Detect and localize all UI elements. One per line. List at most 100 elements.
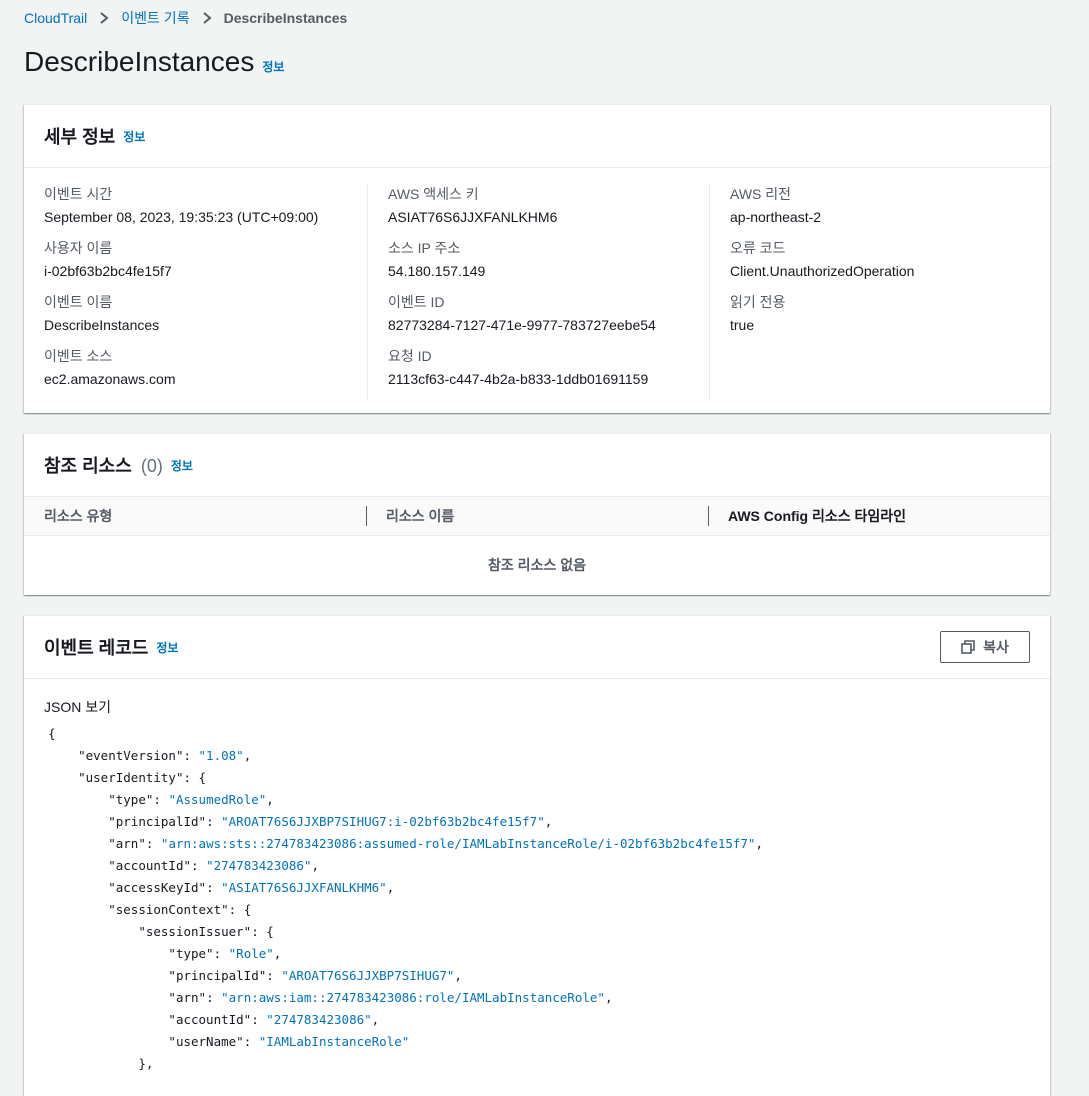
chevron-right-icon <box>99 12 109 24</box>
json-value: "AROAT76S6JJXBP7SIHUG7:i-02bf63b2bc4fe15… <box>221 814 545 829</box>
json-key: "principalId" <box>108 814 207 829</box>
references-count: (0) <box>140 456 163 476</box>
field-label: 이벤트 이름 <box>44 294 113 310</box>
field-label: 이벤트 소스 <box>44 348 113 364</box>
json-punctuation: , <box>371 1012 380 1027</box>
user-name-field: 사용자 이름 i-02bf63b2bc4fe15f7 <box>44 238 347 284</box>
json-code-view: { "eventVersion": "1.08", "userIdentity"… <box>24 723 1050 1075</box>
json-value: "Role" <box>228 946 274 961</box>
json-punctuation: : { <box>183 770 207 785</box>
details-info-link[interactable]: 정보 <box>123 128 145 145</box>
page-info-link[interactable]: 정보 <box>262 58 284 75</box>
json-punctuation: , <box>755 836 763 851</box>
json-line: "accountId": "274783423086", <box>168 1012 380 1027</box>
json-key: "type" <box>168 946 214 961</box>
references-title: 참조 리소스 (0) <box>44 452 163 478</box>
source-ip-field: 소스 IP 주소 54.180.157.149 <box>388 238 689 284</box>
column-header-resource-name[interactable]: 리소스 이름 <box>366 506 708 526</box>
json-line: "sessionIssuer": { <box>48 921 1030 943</box>
copy-button[interactable]: 복사 <box>940 631 1030 663</box>
json-line: "userIdentity": { <box>48 767 1030 789</box>
event-record-header: 이벤트 레코드 정보 복사 <box>24 616 1050 679</box>
json-line: "accessKeyId": "ASIAT76S6JJXFANLKHM6", <box>108 880 395 895</box>
field-value: Client.UnauthorizedOperation <box>730 263 915 279</box>
json-line: "type": "Role", <box>168 946 282 961</box>
event-record-info-link[interactable]: 정보 <box>156 639 178 656</box>
json-key: "accountId" <box>108 858 192 873</box>
read-only-field: 읽기 전용 true <box>730 292 1010 338</box>
json-line: "accountId": "274783423086", <box>108 858 319 873</box>
json-line: "principalId": "AROAT76S6JJXBP7SIHUG7", <box>168 968 462 983</box>
field-label: 오류 코드 <box>730 240 786 256</box>
field-value: 82773284-7127-471e-9977-783727eebe54 <box>388 317 656 333</box>
json-line: "eventVersion": "1.08", <box>78 748 252 763</box>
json-line: "principalId": "AROAT76S6JJXBP7SIHUG7:i-… <box>108 814 553 829</box>
json-key: "sessionContext" <box>108 902 229 917</box>
json-line: "sessionContext": { <box>48 899 1030 921</box>
json-value: "AssumedRole" <box>168 792 267 807</box>
column-header-resource-type[interactable]: 리소스 유형 <box>24 506 366 526</box>
event-record-title: 이벤트 레코드 <box>44 638 149 658</box>
event-time-field: 이벤트 시간 September 08, 2023, 19:35:23 (UTC… <box>44 184 347 230</box>
details-header: 세부 정보 정보 <box>24 105 1050 168</box>
json-key: "accessKeyId" <box>108 880 207 895</box>
json-value: "274783423086" <box>266 1012 372 1027</box>
access-key-field: AWS 액세스 키 ASIAT76S6JJXFANLKHM6 <box>388 184 689 230</box>
event-source-field: 이벤트 소스 ec2.amazonaws.com <box>44 346 347 392</box>
json-punctuation: , <box>266 792 274 807</box>
field-value: 2113cf63-c447-4b2a-b833-1ddb01691159 <box>388 371 649 387</box>
json-key: "type" <box>108 792 154 807</box>
field-value: September 08, 2023, 19:35:23 (UTC+09:00) <box>44 209 319 225</box>
json-punctuation: , <box>604 990 613 1005</box>
json-punctuation: , <box>243 748 252 763</box>
breadcrumb: CloudTrail 이벤트 기록 DescribeInstances <box>24 8 347 28</box>
details-grid: 이벤트 시간 September 08, 2023, 19:35:23 (UTC… <box>24 168 1050 400</box>
json-value: "274783423086" <box>206 858 312 873</box>
json-value: "AROAT76S6JJXBP7SIHUG7" <box>281 968 455 983</box>
json-punctuation: , <box>544 814 553 829</box>
field-label: AWS 액세스 키 <box>388 186 479 202</box>
references-info-link[interactable]: 정보 <box>171 457 193 474</box>
field-value: true <box>730 317 755 333</box>
json-value: "1.08" <box>198 748 244 763</box>
json-view-label: JSON 보기 <box>44 699 111 715</box>
field-value: ASIAT76S6JJXFANLKHM6 <box>388 209 558 225</box>
json-value: "ASIAT76S6JJXFANLKHM6" <box>221 880 387 895</box>
page-header: DescribeInstances 정보 <box>24 46 284 78</box>
json-punctuation: { <box>48 726 56 741</box>
json-punctuation: , <box>386 880 395 895</box>
event-id-field: 이벤트 ID 82773284-7127-471e-9977-783727eeb… <box>388 292 689 338</box>
json-line: "type": "AssumedRole", <box>108 792 274 807</box>
field-value: ap-northeast-2 <box>730 209 822 225</box>
references-panel: 참조 리소스 (0) 정보 리소스 유형 리소스 이름 AWS Config 리… <box>24 433 1050 595</box>
event-name-field: 이벤트 이름 DescribeInstances <box>44 292 347 338</box>
field-value: DescribeInstances <box>44 317 160 333</box>
json-punctuation: , <box>273 946 282 961</box>
field-label: 읽기 전용 <box>730 294 786 310</box>
json-line: "userName": "IAMLabInstanceRole" <box>168 1034 410 1049</box>
json-punctuation: : { <box>251 924 274 939</box>
field-label: 이벤트 시간 <box>44 186 113 202</box>
breadcrumb-cloudtrail-link[interactable]: CloudTrail <box>24 10 87 26</box>
breadcrumb-event-history-link[interactable]: 이벤트 기록 <box>121 8 189 28</box>
json-key: "accountId" <box>168 1012 252 1027</box>
copy-button-label: 복사 <box>983 639 1009 655</box>
json-line: "arn": "arn:aws:iam::274783423086:role/I… <box>168 990 613 1005</box>
json-value: "arn:aws:iam::274783423086:role/IAMLabIn… <box>221 990 605 1005</box>
references-header: 참조 리소스 (0) 정보 <box>24 434 1050 497</box>
json-punctuation: : { <box>228 902 252 917</box>
json-punctuation: , <box>454 968 462 983</box>
json-key: "arn" <box>168 990 207 1005</box>
column-header-config-timeline[interactable]: AWS Config 리소스 타임라인 <box>708 506 1050 526</box>
field-label: 이벤트 ID <box>388 294 445 310</box>
json-punctuation: }, <box>138 1056 154 1071</box>
details-panel: 세부 정보 정보 이벤트 시간 September 08, 2023, 19:3… <box>24 104 1050 413</box>
details-column-1: 이벤트 시간 September 08, 2023, 19:35:23 (UTC… <box>44 184 367 400</box>
field-value: ec2.amazonaws.com <box>44 371 176 387</box>
json-value: "IAMLabInstanceRole" <box>258 1034 410 1049</box>
references-table-header: 리소스 유형 리소스 이름 AWS Config 리소스 타임라인 <box>24 497 1050 536</box>
field-label: 소스 IP 주소 <box>388 240 461 256</box>
json-key: "sessionIssuer" <box>138 924 252 939</box>
references-empty-state: 참조 리소스 없음 <box>488 557 586 573</box>
page-title: DescribeInstances <box>24 46 255 77</box>
